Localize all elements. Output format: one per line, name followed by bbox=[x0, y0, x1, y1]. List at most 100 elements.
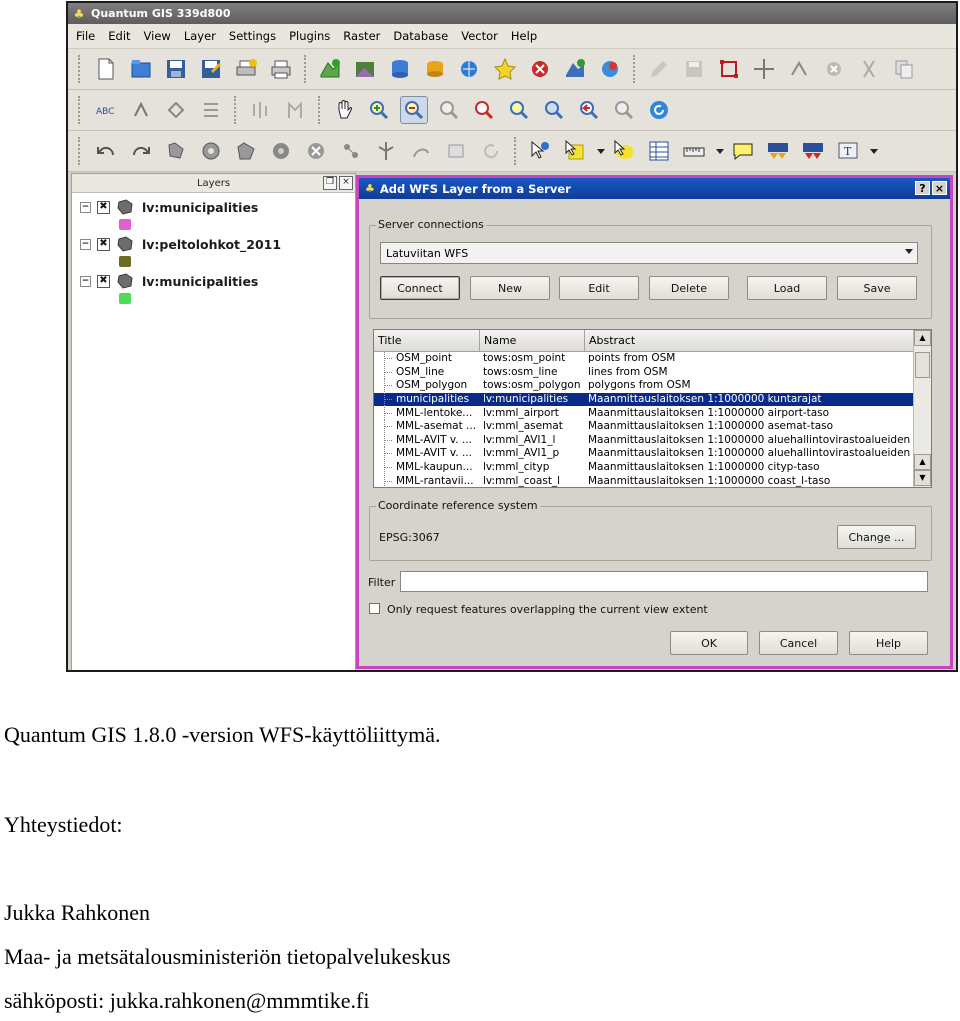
cancel-button[interactable]: Cancel bbox=[759, 631, 838, 655]
ok-button[interactable]: OK bbox=[670, 631, 748, 655]
simplify-feature-icon[interactable] bbox=[162, 137, 190, 165]
open-project-icon[interactable] bbox=[127, 55, 155, 83]
print-icon[interactable] bbox=[267, 55, 295, 83]
collapse-icon[interactable]: − bbox=[80, 201, 91, 213]
show-labels-icon[interactable] bbox=[162, 96, 190, 124]
table-row[interactable]: MML-rantavii... lv:mml_coast_l Maanmittaus… bbox=[374, 474, 931, 487]
offset-curve-icon[interactable] bbox=[407, 137, 435, 165]
scroll-down-icon[interactable]: ▼ bbox=[914, 470, 931, 486]
new-shapefile-icon[interactable] bbox=[491, 55, 519, 83]
layer-visibility-checkbox[interactable]: ✖ bbox=[97, 274, 110, 288]
menu-settings[interactable]: Settings bbox=[229, 29, 276, 43]
layer-symbol-swatch[interactable] bbox=[119, 219, 131, 230]
table-row[interactable]: MML-AVIT v. ... lv:mml_AVI1_p Maanmittausl… bbox=[374, 447, 931, 461]
rotate-label-icon[interactable] bbox=[246, 96, 274, 124]
filter-input[interactable] bbox=[400, 571, 928, 592]
table-scrollbar[interactable]: ▲ ▲ ▼ bbox=[913, 330, 931, 487]
scrollbar-thumb[interactable] bbox=[915, 352, 930, 378]
table-row[interactable]: OSM_point tows:osm_point points from OSM bbox=[374, 352, 931, 366]
toolbar-grip[interactable] bbox=[78, 137, 84, 165]
extent-checkbox-label[interactable]: Only request features overlapping the cu… bbox=[387, 603, 708, 616]
add-wcs-layer-icon[interactable] bbox=[596, 55, 624, 83]
redo-icon[interactable] bbox=[127, 137, 155, 165]
fill-ring-icon[interactable] bbox=[267, 137, 295, 165]
add-vector-layer-icon[interactable] bbox=[316, 55, 344, 83]
menu-edit[interactable]: Edit bbox=[108, 29, 130, 43]
dropdown-arrow-icon[interactable] bbox=[596, 137, 606, 165]
layer-symbol-swatch[interactable] bbox=[119, 256, 131, 267]
zoom-in-icon[interactable] bbox=[365, 96, 393, 124]
label-tool-icon[interactable]: ABC bbox=[92, 96, 120, 124]
copy-features-icon[interactable] bbox=[890, 55, 918, 83]
menu-plugins[interactable]: Plugins bbox=[289, 29, 330, 43]
layer-item[interactable]: − ✖ lv:municipalities bbox=[80, 198, 258, 216]
deselect-features-icon[interactable] bbox=[610, 137, 638, 165]
table-row-selected[interactable]: municipalities lv:municipalities Maanmitta… bbox=[374, 392, 931, 407]
text-annotation-icon[interactable]: T bbox=[834, 137, 862, 165]
add-wms-layer-icon[interactable] bbox=[456, 55, 484, 83]
column-header-title[interactable]: Title bbox=[374, 330, 480, 351]
delete-connection-button[interactable]: Delete bbox=[649, 276, 729, 300]
float-panel-icon[interactable]: ❐ bbox=[323, 176, 337, 190]
open-attribute-table-icon[interactable] bbox=[645, 137, 673, 165]
table-row[interactable]: MML-asemat ... lv:mml_asemat Maanmittausla… bbox=[374, 420, 931, 434]
add-postgis-layer-icon[interactable] bbox=[386, 55, 414, 83]
zoom-out-icon[interactable] bbox=[400, 96, 428, 124]
menu-view[interactable]: View bbox=[144, 29, 171, 43]
new-connection-button[interactable]: New bbox=[470, 276, 550, 300]
menu-layer[interactable]: Layer bbox=[184, 29, 216, 43]
collapse-icon[interactable]: − bbox=[80, 275, 91, 287]
delete-part-icon[interactable] bbox=[337, 137, 365, 165]
dropdown-arrow-icon[interactable] bbox=[869, 137, 879, 165]
delete-selected-icon[interactable] bbox=[820, 55, 848, 83]
rotate-point-symbols-icon[interactable] bbox=[477, 137, 505, 165]
connect-button[interactable]: Connect bbox=[380, 276, 460, 300]
cut-features-icon[interactable] bbox=[855, 55, 883, 83]
layer-item[interactable]: − ✖ lv:peltolohkot_2011 bbox=[80, 235, 281, 253]
move-label-icon[interactable] bbox=[197, 96, 225, 124]
pin-labels-icon[interactable] bbox=[127, 96, 155, 124]
change-label-icon[interactable] bbox=[281, 96, 309, 124]
zoom-native-icon[interactable] bbox=[540, 96, 568, 124]
toolbar-grip[interactable] bbox=[78, 96, 84, 124]
add-feature-icon[interactable] bbox=[715, 55, 743, 83]
pan-hand-icon[interactable] bbox=[330, 96, 358, 124]
table-row[interactable]: OSM_line tows:osm_line lines from OSM bbox=[374, 365, 931, 380]
scroll-up-icon[interactable]: ▲ bbox=[914, 330, 931, 346]
collapse-icon[interactable]: − bbox=[80, 238, 91, 250]
menu-vector[interactable]: Vector bbox=[461, 29, 498, 43]
column-header-name[interactable]: Name bbox=[480, 330, 585, 351]
zoom-to-layer-icon[interactable] bbox=[505, 96, 533, 124]
zoom-full-icon[interactable] bbox=[435, 96, 463, 124]
save-connections-button[interactable]: Save bbox=[837, 276, 917, 300]
wfs-layer-table[interactable]: Title Name Abstract OSM_point tows:osm_po… bbox=[373, 329, 932, 488]
close-panel-icon[interactable]: × bbox=[339, 176, 353, 190]
extent-checkbox[interactable] bbox=[369, 603, 380, 614]
undo-icon[interactable] bbox=[92, 137, 120, 165]
new-print-composer-icon[interactable] bbox=[232, 55, 260, 83]
server-connection-select[interactable]: Latuviitan WFS bbox=[380, 242, 918, 264]
table-row[interactable]: MML-kaupun... lv:mml_cityp Maanmittauslait… bbox=[374, 461, 931, 475]
help-button[interactable]: Help bbox=[849, 631, 928, 655]
zoom-next-icon[interactable] bbox=[610, 96, 638, 124]
menu-help[interactable]: Help bbox=[511, 29, 537, 43]
map-tips-icon[interactable] bbox=[729, 137, 757, 165]
table-row[interactable]: MML-lentoke... lv:mml_airport Maanmittausl… bbox=[374, 406, 931, 420]
menu-raster[interactable]: Raster bbox=[343, 29, 380, 43]
table-row[interactable]: OSM_polygon tows:osm_polygon polygons from… bbox=[374, 379, 931, 393]
node-tool-icon[interactable] bbox=[785, 55, 813, 83]
move-feature-icon[interactable] bbox=[750, 55, 778, 83]
identify-features-icon[interactable] bbox=[526, 137, 554, 165]
add-part-icon[interactable] bbox=[232, 137, 260, 165]
layer-visibility-checkbox[interactable]: ✖ bbox=[97, 237, 110, 251]
add-raster-layer-icon[interactable] bbox=[351, 55, 379, 83]
table-row[interactable]: MML-AVIT v. ... lv:mml_AVI1_l Maanmittausl… bbox=[374, 433, 931, 448]
menu-file[interactable]: File bbox=[76, 29, 95, 43]
edit-connection-button[interactable]: Edit bbox=[559, 276, 639, 300]
refresh-icon[interactable] bbox=[645, 96, 673, 124]
close-icon[interactable]: × bbox=[932, 181, 947, 195]
toolbar-grip[interactable] bbox=[78, 55, 84, 83]
show-bookmarks-icon[interactable] bbox=[799, 137, 827, 165]
new-bookmark-icon[interactable] bbox=[764, 137, 792, 165]
change-crs-button[interactable]: Change ... bbox=[837, 525, 916, 549]
